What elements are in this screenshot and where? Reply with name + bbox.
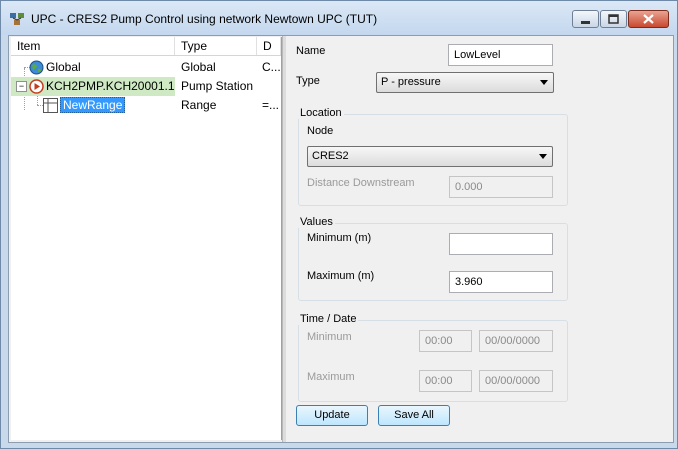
maximum-label: Maximum (m) bbox=[307, 270, 375, 282]
node-select[interactable]: CRES2 bbox=[307, 146, 553, 167]
close-icon bbox=[643, 14, 654, 24]
time-maximum-label: Maximum bbox=[307, 371, 355, 383]
column-header-type[interactable]: Type bbox=[175, 37, 257, 55]
close-button[interactable] bbox=[628, 10, 669, 28]
item-tree-view[interactable]: Item Type D Global Global C... − KCH2PMP… bbox=[11, 37, 282, 440]
name-field[interactable]: LowLevel bbox=[448, 44, 553, 66]
minimum-label: Minimum (m) bbox=[307, 232, 372, 244]
maximize-icon bbox=[608, 14, 619, 24]
window-title: UPC - CRES2 Pump Control using network N… bbox=[31, 12, 378, 26]
name-label: Name bbox=[296, 45, 326, 57]
distance-downstream-label: Distance Downstream bbox=[307, 177, 415, 189]
max-time-field: 00:00 bbox=[419, 370, 472, 392]
title-bar: UPC - CRES2 Pump Control using network N… bbox=[1, 1, 677, 35]
tree-item-type: Global bbox=[181, 60, 216, 74]
maximize-button[interactable] bbox=[600, 10, 627, 28]
tree-item-label-selected: NewRange bbox=[60, 96, 126, 115]
time-minimum-label: Minimum bbox=[307, 331, 352, 343]
tree-item-label: KCH2PMP.KCH20001.1 bbox=[46, 79, 175, 93]
tree-item-type: Range bbox=[181, 98, 217, 112]
tree-item-type: Pump Station bbox=[181, 79, 254, 93]
tree-item-d: C... bbox=[262, 60, 281, 74]
header-divider bbox=[11, 55, 281, 56]
node-label: Node bbox=[307, 125, 334, 137]
globe-icon bbox=[29, 60, 44, 75]
save-all-button[interactable]: Save All bbox=[378, 405, 450, 426]
values-group-title: Values bbox=[298, 216, 335, 228]
location-group: Location Node CRES2 Distance Downstream … bbox=[298, 107, 568, 206]
time-date-group-title: Time / Date bbox=[298, 313, 359, 325]
values-group: Values Minimum (m) Maximum (m) 3.960 bbox=[298, 216, 568, 301]
min-date-field: 00/00/0000 bbox=[479, 330, 553, 352]
tree-row-newrange[interactable]: NewRange Range =... bbox=[11, 96, 281, 115]
tree-row-pump-station-cells: Pump Station bbox=[175, 77, 281, 96]
chevron-down-icon bbox=[539, 154, 547, 159]
time-date-group: Time / Date Minimum 00:00 00/00/0000 Max… bbox=[298, 313, 568, 402]
minimize-button[interactable] bbox=[572, 10, 599, 28]
column-header-item[interactable]: Item bbox=[11, 37, 175, 55]
node-select-value: CRES2 bbox=[312, 150, 349, 162]
pump-control-app-icon bbox=[10, 13, 24, 25]
main-window: UPC - CRES2 Pump Control using network N… bbox=[0, 0, 678, 449]
tree-row-global[interactable]: Global Global C... bbox=[11, 58, 281, 77]
location-group-title: Location bbox=[298, 107, 344, 119]
column-header-d[interactable]: D bbox=[257, 37, 281, 55]
minimum-field[interactable] bbox=[449, 233, 553, 255]
chevron-down-icon bbox=[540, 80, 548, 85]
tree-row-pump-station[interactable]: − KCH2PMP.KCH20001.1 bbox=[11, 77, 175, 96]
type-select[interactable]: P - pressure bbox=[376, 72, 554, 93]
maximum-field[interactable]: 3.960 bbox=[449, 271, 553, 293]
type-select-value: P - pressure bbox=[381, 76, 441, 88]
tree-item-d: =... bbox=[262, 98, 280, 112]
collapse-toggle[interactable]: − bbox=[16, 81, 27, 92]
range-properties-panel: Name LowLevel Type P - pressure Location… bbox=[286, 37, 672, 441]
type-label: Type bbox=[296, 75, 320, 87]
update-button[interactable]: Update bbox=[296, 405, 368, 426]
window-client-area: Item Type D Global Global C... − KCH2PMP… bbox=[8, 35, 674, 443]
min-time-field: 00:00 bbox=[419, 330, 472, 352]
pump-station-icon bbox=[29, 79, 44, 94]
distance-downstream-field: 0.000 bbox=[449, 176, 553, 198]
minimize-icon bbox=[581, 21, 590, 24]
range-grid-icon bbox=[43, 98, 58, 113]
max-date-field: 00/00/0000 bbox=[479, 370, 553, 392]
tree-item-label: Global bbox=[46, 60, 81, 74]
